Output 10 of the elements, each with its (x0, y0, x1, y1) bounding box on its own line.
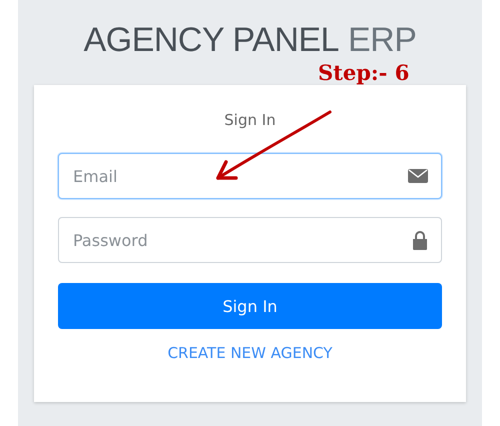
lock-icon (412, 230, 428, 250)
password-field[interactable]: Password (58, 217, 442, 263)
brand-suffix: ERP (348, 20, 416, 61)
card-title: Sign In (224, 111, 276, 129)
envelope-icon (408, 169, 428, 183)
sign-in-button[interactable]: Sign In (58, 283, 442, 329)
create-agency-link[interactable]: CREATE NEW AGENCY (168, 344, 332, 362)
brand-title: AGENCY PANEL (84, 20, 339, 61)
email-field[interactable]: Email (58, 153, 442, 199)
step-label: Step:- 6 (318, 60, 410, 85)
